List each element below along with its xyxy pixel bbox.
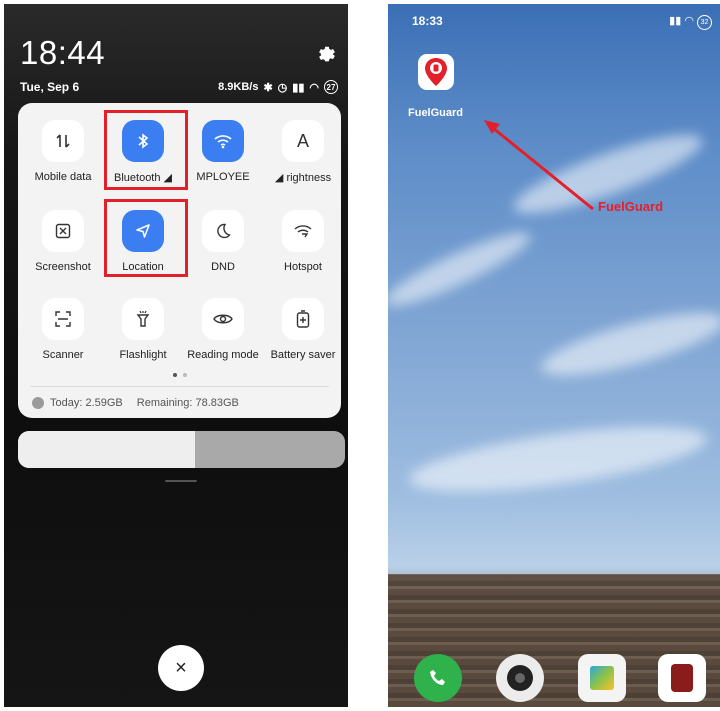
status-bar: 8.9KB/s ✱ ◷ ▮▮ ◠ 27: [218, 80, 338, 94]
hotspot-icon: [282, 210, 324, 252]
usage-today: Today: 2.59GB: [50, 397, 123, 409]
annotation-label: FuelGuard: [598, 199, 664, 214]
signal-icon: ▮▮: [292, 81, 305, 94]
brightness-slider[interactable]: [18, 431, 345, 468]
data-usage-icon: [32, 397, 44, 409]
flashlight-icon: [122, 298, 164, 340]
tile-scanner[interactable]: Scanner: [22, 281, 104, 361]
wallpaper-cloud: [536, 300, 720, 388]
battery-icon: 27: [324, 80, 338, 94]
scanner-icon: [42, 298, 84, 340]
annotation-arrow: [484, 120, 594, 211]
left-screenshot-control-center: 18:44 Tue, Sep 6 8.9KB/s ✱ ◷ ▮▮ ◠ 27 Mob…: [4, 4, 348, 707]
quick-settings-panel: Mobile data Bluetooth ◢ MPLOYEE A ◢ righ…: [18, 103, 341, 418]
wallpaper-cloud: [388, 221, 537, 317]
tile-dnd[interactable]: DND: [182, 193, 264, 273]
page-indicator: [173, 373, 187, 377]
network-speed: 8.9KB/s: [218, 81, 259, 93]
app-icon[interactable]: [658, 654, 706, 702]
wallpaper-cloud: [405, 413, 711, 505]
bluetooth-status-icon: ✱: [263, 81, 273, 94]
brightness-slider-fill: [18, 431, 195, 468]
date-label: Tue, Sep 6: [20, 80, 80, 94]
battery-saver-icon: [282, 298, 324, 340]
tile-mobile-data[interactable]: Mobile data: [22, 103, 104, 183]
mobile-data-icon: [42, 120, 84, 162]
drag-handle[interactable]: [165, 480, 197, 482]
phone-icon[interactable]: [414, 654, 462, 702]
gallery-icon[interactable]: [578, 654, 626, 702]
wifi-status-icon: ◠: [309, 81, 319, 94]
highlight-box-bluetooth: [104, 110, 188, 190]
tile-brightness[interactable]: A ◢ rightness: [262, 103, 344, 184]
usage-remaining: Remaining: 78.83GB: [136, 397, 239, 409]
screenshot-icon: [42, 210, 84, 252]
wifi-icon: [202, 120, 244, 162]
tile-battery-saver[interactable]: Battery saver: [262, 281, 344, 361]
tile-label: ◢ rightness: [274, 172, 332, 184]
divider: [30, 386, 329, 387]
tile-screenshot[interactable]: Screenshot: [22, 193, 104, 273]
close-button[interactable]: ×: [158, 645, 204, 691]
alarm-icon: ◷: [277, 81, 288, 94]
tile-label: Hotspot: [284, 261, 322, 273]
tile-wifi[interactable]: MPLOYEE: [182, 103, 264, 183]
eye-icon: [202, 298, 244, 340]
data-usage-row: Today: 2.59GB Remaining: 78.83GB: [32, 397, 239, 409]
tile-label: Battery saver: [270, 349, 336, 361]
right-screenshot-home-screen: 18:33 ▮▮ ◠ 32 FuelGuard FuelGuard: [388, 4, 720, 707]
tile-flashlight[interactable]: Flashlight: [102, 281, 184, 361]
highlight-box-location: [104, 199, 188, 277]
gear-icon[interactable]: [316, 44, 338, 66]
moon-icon: [202, 210, 244, 252]
clock-time: 18:44: [20, 34, 106, 71]
auto-brightness-icon: A: [282, 120, 324, 162]
tile-reading-mode[interactable]: Reading mode: [182, 281, 264, 361]
tile-hotspot[interactable]: Hotspot: [262, 193, 344, 273]
camera-icon[interactable]: [496, 654, 544, 702]
